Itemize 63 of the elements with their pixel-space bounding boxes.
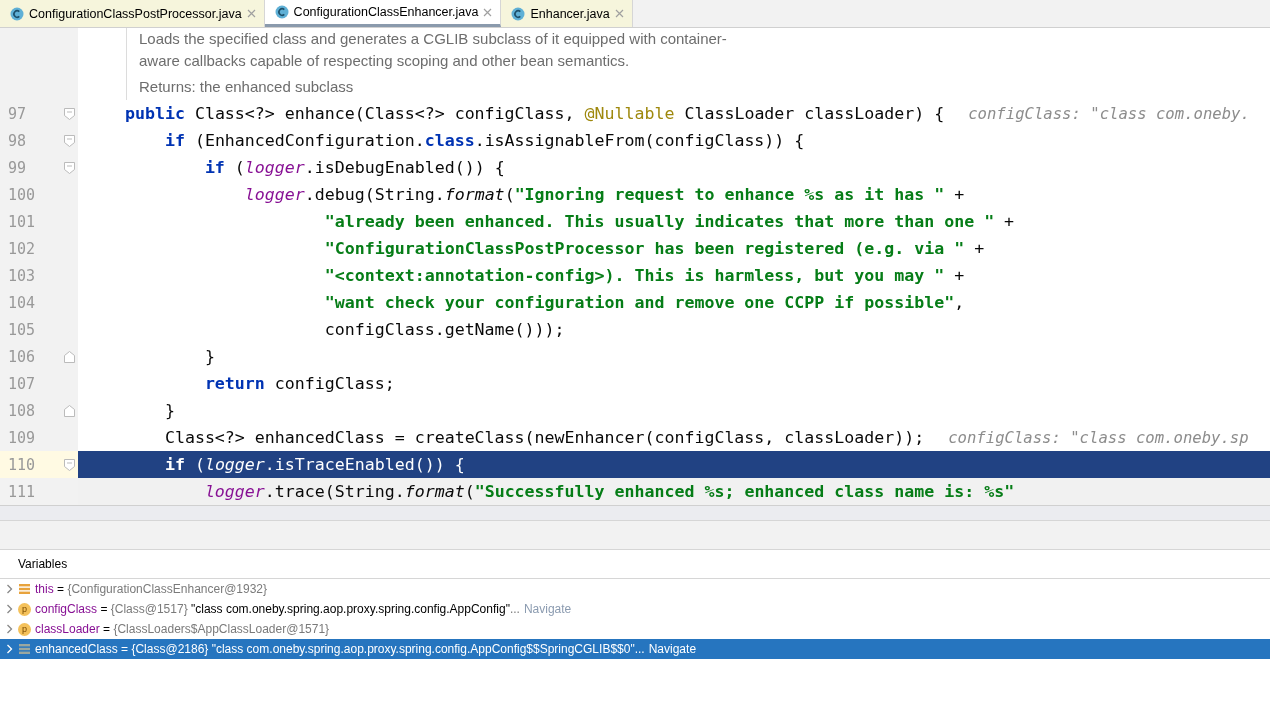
variable-text: this = {ConfigurationClassEnhancer@1932}: [35, 582, 268, 596]
close-icon[interactable]: [614, 9, 624, 18]
editor-tab[interactable]: ConfigurationClassEnhancer.java: [264, 0, 502, 27]
code-line: "already been enhanced. This usually indicates that more than one " +: [323, 212, 1015, 231]
code-line: return configClass;: [203, 374, 395, 393]
line-number: 102: [7, 239, 37, 258]
variable-row[interactable]: p configClass = {Class@1517} "class com.oneby.spring.aop.proxy.spring.config.AppConfig"... Navigate: [0, 599, 1270, 619]
line-number: 106: [7, 347, 37, 366]
fold-icon[interactable]: [63, 107, 75, 120]
variable-text: enhancedClass = {Class@2186} "class com.oneby.spring.aop.proxy.spring.config.AppConfig$$SpringCGLIB$$0"...: [35, 642, 645, 656]
fold-icon[interactable]: [63, 404, 75, 417]
variable-row[interactable]: enhancedClass = {Class@2186} "class com.oneby.spring.aop.proxy.spring.config.AppConfig$$SpringCGLIB$$0"... Navigate: [0, 639, 1270, 659]
code-line: logger.debug(String.format("Ignoring request to enhance %s as it has " +: [243, 185, 965, 204]
code-line: "want check your configuration and remove one CCPP if possible",: [323, 293, 965, 312]
variable-row[interactable]: p classLoader = {ClassLoaders$AppClassLoader@1571}: [0, 619, 1270, 639]
code-line: "<context:annotation-config>). This is harmless, but you may " +: [323, 266, 965, 285]
line-number: 101: [7, 212, 37, 231]
editor-tab[interactable]: Enhancer.java: [501, 0, 633, 27]
line-number: 98: [7, 131, 28, 150]
line-number: 108: [7, 401, 37, 420]
line-number: 99: [7, 158, 28, 177]
navigate-link[interactable]: Navigate: [648, 642, 697, 656]
code-line: }: [163, 401, 175, 420]
doc-comment: Loads the specified class and generates a CGLIB subclass of it equipped with container- aware callbacks capable of respecting scoping and other bean semantics. Returns: the enhanced subclass: [126, 28, 1270, 100]
class-file-icon: [274, 5, 289, 19]
fold-icon[interactable]: [63, 161, 75, 174]
code-line: if (logger.isTraceEnabled()) {: [163, 455, 465, 474]
editor-tab[interactable]: ConfigurationClassPostProcessor.java: [0, 0, 265, 27]
inlay-hint: configClass: "class com.oneby.sp: [948, 428, 1249, 447]
code-line: configClass.getName()));: [323, 320, 565, 339]
line-number: 100: [7, 185, 37, 204]
line-number: 97: [7, 104, 28, 123]
inlay-hint: configClass: "class com.oneby.: [968, 104, 1250, 123]
panel-title: Variables: [18, 557, 68, 571]
class-file-icon: [511, 6, 526, 21]
code-line: Class<?> enhancedClass = createClass(newEnhancer(configClass, classLoader));: [163, 428, 925, 447]
variable-text: configClass = {Class@1517} "class com.oneby.spring.aop.proxy.spring.config.AppConfig"...: [35, 602, 520, 616]
code-line: public Class<?> enhance(Class<?> configClass, @Nullable ClassLoader classLoader) {: [123, 104, 945, 123]
fold-icon[interactable]: [63, 350, 75, 363]
class-file-icon: [10, 6, 24, 21]
line-number: 105: [7, 320, 37, 339]
code-line: if (logger.isDebugEnabled()) {: [203, 158, 505, 177]
close-icon[interactable]: [483, 7, 493, 17]
line-number: 110: [7, 455, 37, 474]
parameter-badge: p: [18, 602, 31, 616]
field-icon: [18, 583, 31, 595]
line-number: 111: [7, 482, 37, 501]
line-number: 107: [7, 374, 37, 393]
parameter-badge: p: [18, 622, 31, 636]
close-icon[interactable]: [246, 9, 256, 18]
code-line: }: [203, 347, 215, 366]
variable-text: classLoader = {ClassLoaders$AppClassLoader@1571}: [35, 622, 330, 636]
splitter-bar[interactable]: [0, 505, 1270, 520]
line-number: 104: [7, 293, 37, 312]
code-line: if (EnhancedConfiguration.class.isAssignableFrom(configClass)) {: [163, 131, 805, 150]
variable-icon: [18, 643, 31, 655]
code-line: "ConfigurationClassPostProcessor has been registered (e.g. via " +: [323, 239, 985, 258]
variable-row[interactable]: this = {ConfigurationClassEnhancer@1932}: [0, 579, 1270, 599]
line-number: 103: [7, 266, 37, 285]
code-line: logger.trace(String.format("Successfully enhanced %s; enhanced class name is: %s": [203, 482, 1015, 501]
fold-icon[interactable]: [63, 458, 75, 471]
fold-icon[interactable]: [63, 134, 75, 147]
line-number: 109: [7, 428, 37, 447]
